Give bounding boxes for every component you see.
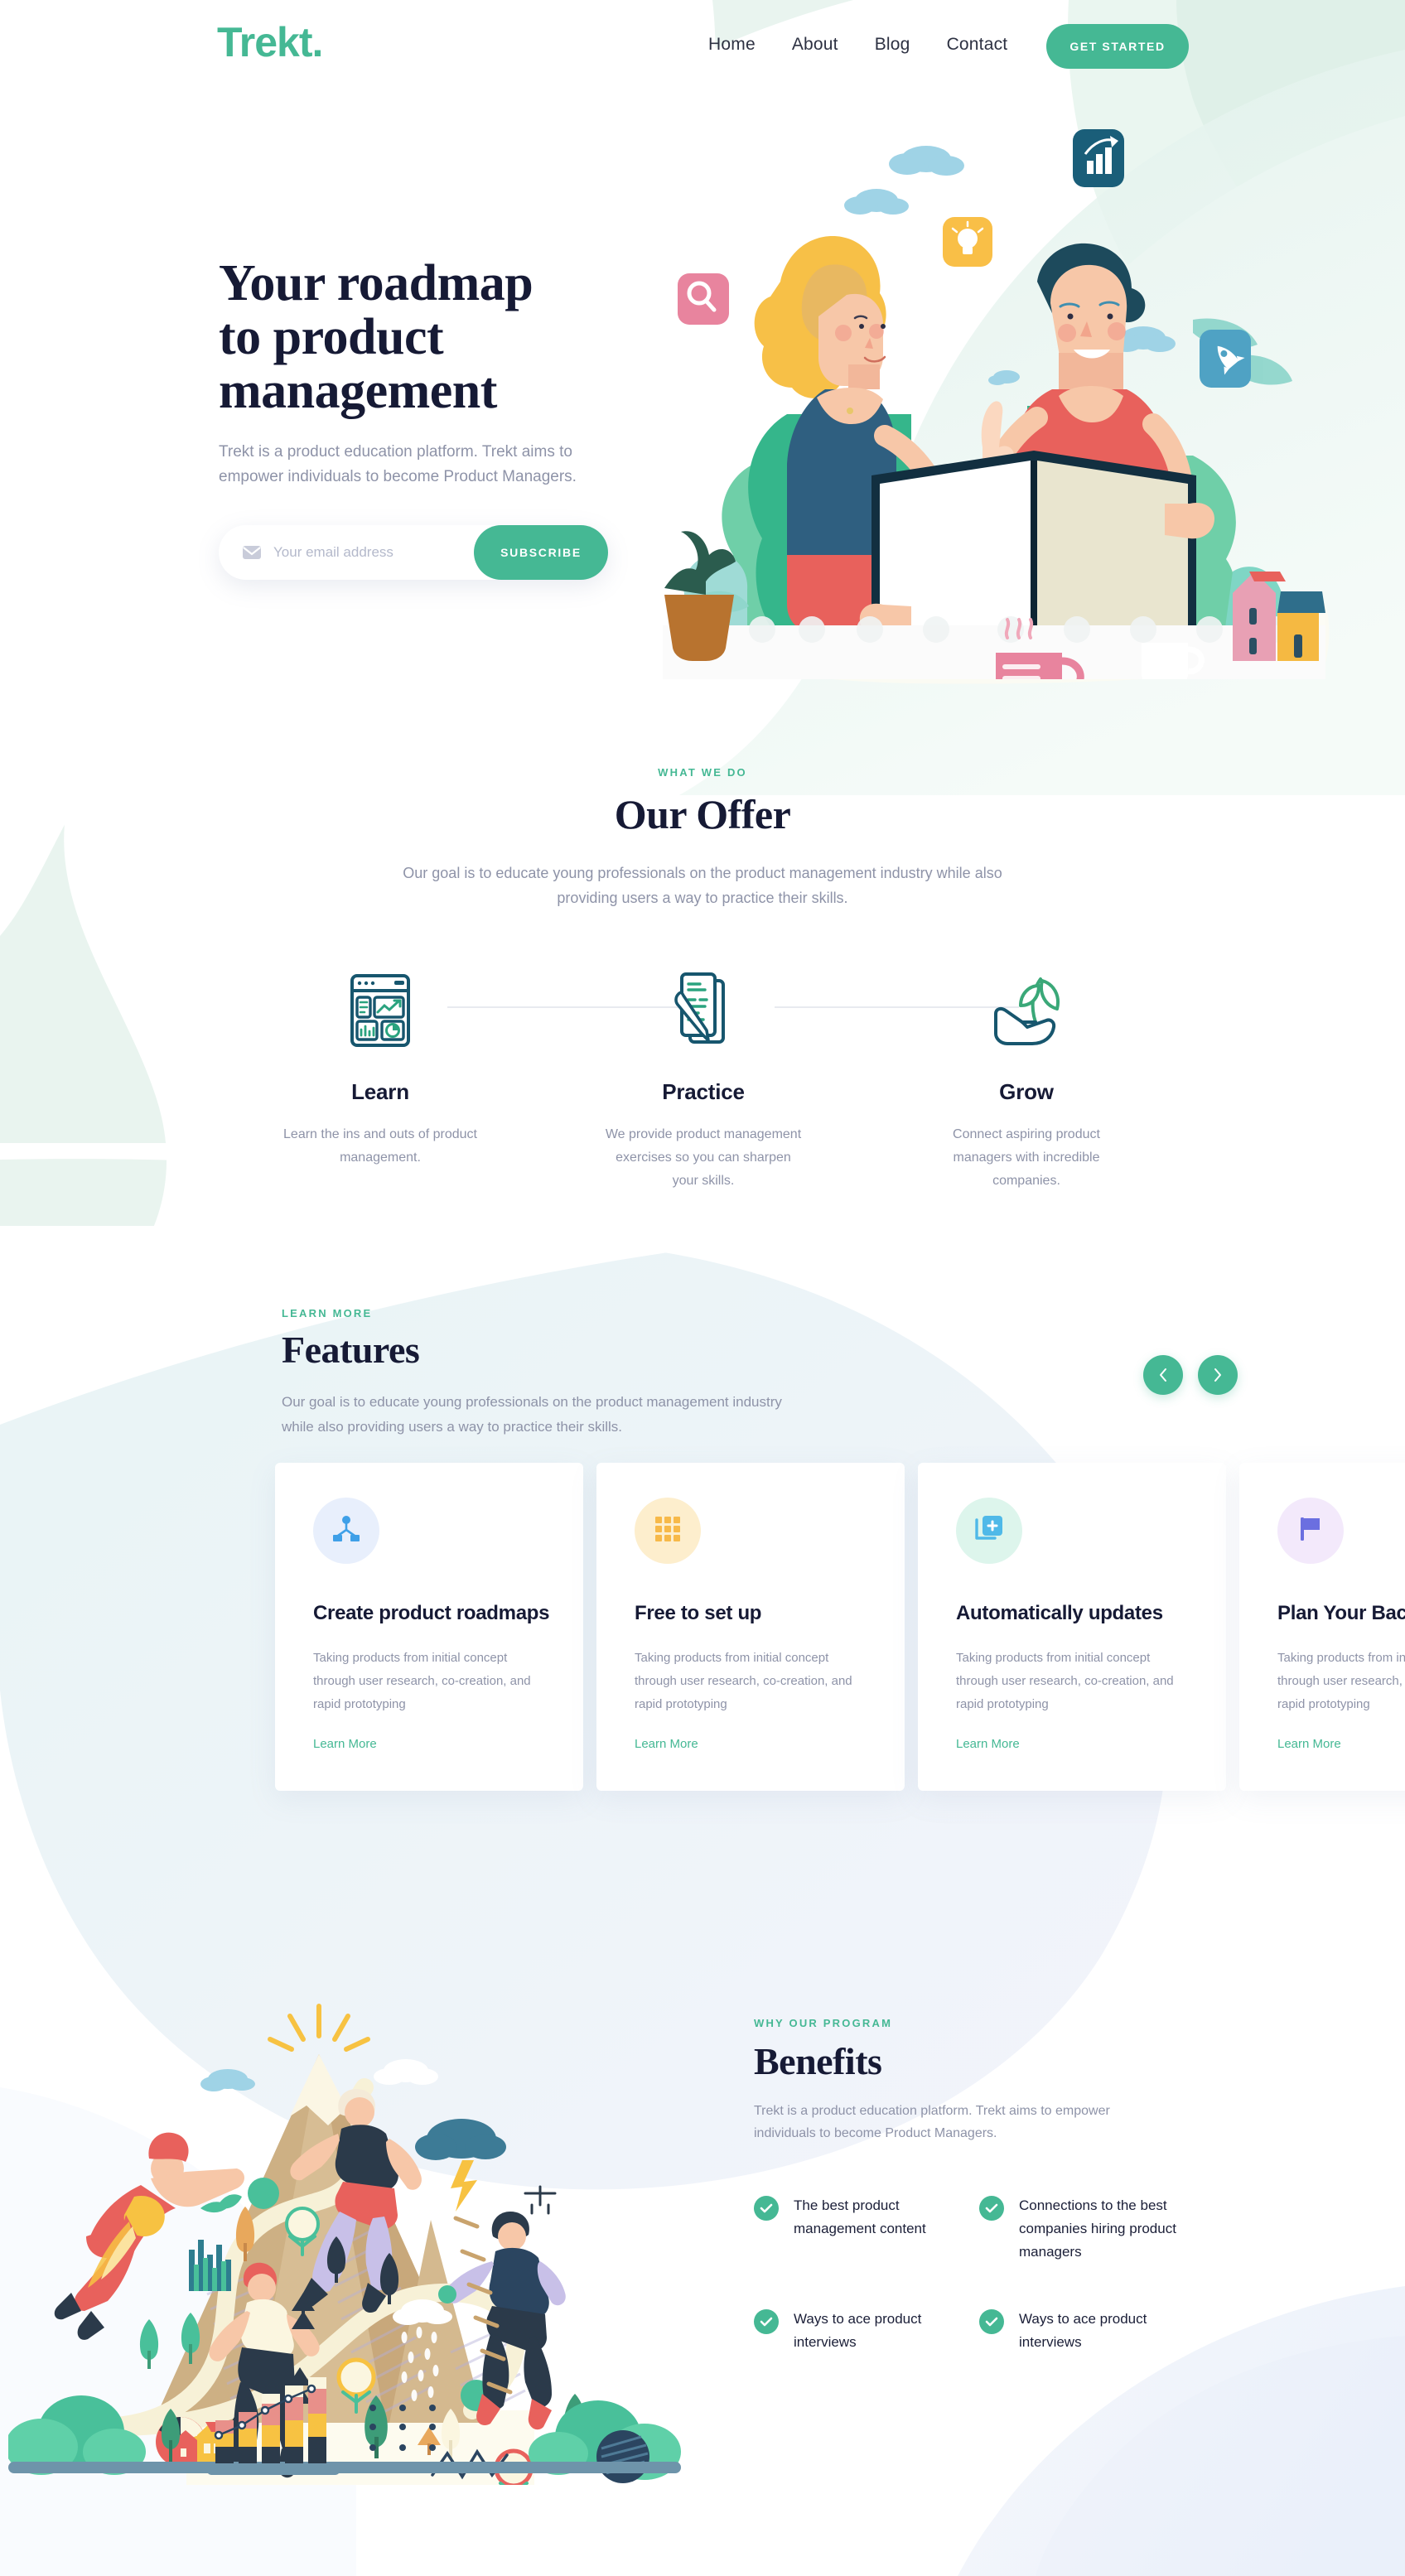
feature-icon-badge bbox=[313, 1498, 379, 1564]
offer-column-desc: We provide product management exercises … bbox=[605, 1127, 802, 1188]
feature-card-link[interactable]: Learn More bbox=[635, 1737, 698, 1751]
nav-link-about[interactable]: About bbox=[792, 35, 838, 55]
feature-icon-badge bbox=[635, 1498, 701, 1564]
offer-section: WHAT WE DO Our Offer Our goal is to educ… bbox=[0, 766, 1405, 910]
offer-columns: Learn Learn the ins and outs of product … bbox=[219, 972, 1188, 1193]
chevron-left-icon bbox=[1157, 1367, 1169, 1383]
benefits-title: Benefits bbox=[754, 2040, 882, 2082]
hero-title: Your roadmap to product management bbox=[219, 255, 608, 420]
chevron-right-icon bbox=[1212, 1367, 1224, 1383]
carousel-prev-button[interactable] bbox=[1143, 1355, 1183, 1395]
nav-link-home[interactable]: Home bbox=[708, 35, 756, 55]
feature-card-link[interactable]: Learn More bbox=[313, 1737, 377, 1751]
offer-subtitle: Our goal is to educate young professiona… bbox=[403, 865, 1002, 906]
benefit-text: Ways to ace product interviews bbox=[794, 2310, 922, 2350]
flag-icon bbox=[1297, 1516, 1324, 1546]
features-carousel[interactable]: Create product roadmaps Taking products … bbox=[275, 1463, 1405, 1791]
sitemap-icon bbox=[332, 1515, 360, 1547]
offer-column-title: Learn bbox=[351, 1079, 409, 1104]
benefit-item: Connections to the best companies hiring… bbox=[979, 2194, 1205, 2264]
offer-column-title: Practice bbox=[662, 1079, 745, 1104]
check-icon bbox=[979, 2308, 1004, 2334]
dashboard-analytics-icon bbox=[219, 973, 542, 1048]
mountain-climbers-illustration bbox=[5, 1963, 704, 2503]
subscribe-button[interactable]: SUBSCRIBE bbox=[474, 525, 608, 581]
feature-card[interactable]: Create product roadmaps Taking products … bbox=[275, 1463, 583, 1791]
feature-card-title: Create product roadmaps bbox=[313, 1602, 550, 1624]
nav-link-blog[interactable]: Blog bbox=[875, 35, 910, 55]
hero-illustration bbox=[663, 108, 1325, 706]
carousel-controls bbox=[1143, 1355, 1238, 1395]
benefits-subtitle: Trekt is a product education platform. T… bbox=[754, 2104, 1110, 2141]
benefits-list: The best product management content Conn… bbox=[754, 2194, 1218, 2353]
benefits-eyebrow: WHY OUR PROGRAM bbox=[754, 2017, 893, 2029]
feature-card-desc: Taking products from initial concept thr… bbox=[1277, 1651, 1405, 1711]
envelope-icon bbox=[242, 545, 262, 560]
email-input[interactable] bbox=[273, 544, 474, 562]
nav-link-contact[interactable]: Contact bbox=[947, 35, 1008, 55]
hero-content: Your roadmap to product management Trekt… bbox=[219, 255, 608, 581]
get-started-button[interactable]: GET STARTED bbox=[1046, 24, 1189, 69]
nav-links: Home About Blog Contact bbox=[708, 35, 1007, 55]
offer-column-learn: Learn Learn the ins and outs of product … bbox=[219, 973, 542, 1193]
features-title: Features bbox=[282, 1329, 420, 1371]
feature-icon-badge bbox=[956, 1498, 1022, 1564]
offer-eyebrow: WHAT WE DO bbox=[658, 766, 747, 779]
feature-card-desc: Taking products from initial concept thr… bbox=[956, 1651, 1174, 1711]
offer-column-grow: Grow Connect aspiring product managers w… bbox=[865, 973, 1188, 1193]
offer-title: Our Offer bbox=[614, 791, 791, 837]
subscribe-form: SUBSCRIBE bbox=[219, 525, 608, 581]
feature-card-link[interactable]: Learn More bbox=[1277, 1737, 1341, 1751]
document-pencil-icon bbox=[542, 972, 865, 1048]
offer-column-desc: Learn the ins and outs of product manage… bbox=[283, 1127, 477, 1165]
feature-icon-badge bbox=[1277, 1498, 1344, 1564]
offer-column-practice: Practice We provide product management e… bbox=[542, 972, 865, 1193]
features-subtitle: Our goal is to educate young professiona… bbox=[282, 1394, 782, 1435]
hero-title-line-2: to product bbox=[219, 309, 444, 366]
hero-title-line-1: Your roadmap bbox=[219, 255, 534, 311]
hero-title-line-3: management bbox=[219, 363, 497, 420]
feature-card-link[interactable]: Learn More bbox=[956, 1737, 1020, 1751]
feature-card[interactable]: Automatically updates Taking products fr… bbox=[918, 1463, 1226, 1791]
check-icon bbox=[754, 2308, 779, 2334]
benefit-item: The best product management content bbox=[754, 2194, 979, 2264]
feature-card-desc: Taking products from initial concept thr… bbox=[635, 1651, 852, 1711]
grid-dots-icon bbox=[654, 1516, 681, 1546]
benefit-text: Ways to ace product interviews bbox=[1019, 2310, 1147, 2350]
benefit-item: Ways to ace product interviews bbox=[754, 2308, 979, 2354]
features-header: LEARN MORE Features Our goal is to educa… bbox=[282, 1307, 795, 1440]
offer-column-title: Grow bbox=[999, 1079, 1054, 1104]
benefits-section: WHY OUR PROGRAM Benefits Trekt is a prod… bbox=[754, 2017, 1218, 2354]
feature-card-desc: Taking products from initial concept thr… bbox=[313, 1651, 531, 1711]
hand-sprout-icon bbox=[865, 973, 1188, 1048]
feature-card-title: Automatically updates bbox=[956, 1602, 1163, 1624]
carousel-next-button[interactable] bbox=[1198, 1355, 1238, 1395]
benefit-text: Connections to the best companies hiring… bbox=[1019, 2197, 1176, 2260]
brand-logo[interactable]: Trekt. bbox=[217, 18, 323, 66]
feature-card[interactable]: Free to set up Taking products from init… bbox=[596, 1463, 905, 1791]
feature-card-title: Plan Your Backlog bbox=[1277, 1602, 1405, 1624]
check-icon bbox=[754, 2196, 779, 2221]
benefit-item: Ways to ace product interviews bbox=[979, 2308, 1205, 2354]
benefit-text: The best product management content bbox=[794, 2197, 926, 2237]
feature-card[interactable]: Plan Your Backlog Taking products from i… bbox=[1239, 1463, 1405, 1791]
check-icon bbox=[979, 2196, 1004, 2221]
feature-card-title: Free to set up bbox=[635, 1602, 762, 1624]
features-eyebrow: LEARN MORE bbox=[282, 1307, 373, 1319]
top-navigation: Trekt. Home About Blog Contact GET START… bbox=[0, 0, 1405, 91]
copy-plus-icon bbox=[975, 1515, 1003, 1547]
landing-page: { "brand": { "logo": "Trekt." }, "nav": … bbox=[0, 0, 1405, 2576]
offer-column-desc: Connect aspiring product managers with i… bbox=[953, 1127, 1100, 1188]
hero-subtitle: Trekt is a product education platform. T… bbox=[219, 443, 577, 485]
